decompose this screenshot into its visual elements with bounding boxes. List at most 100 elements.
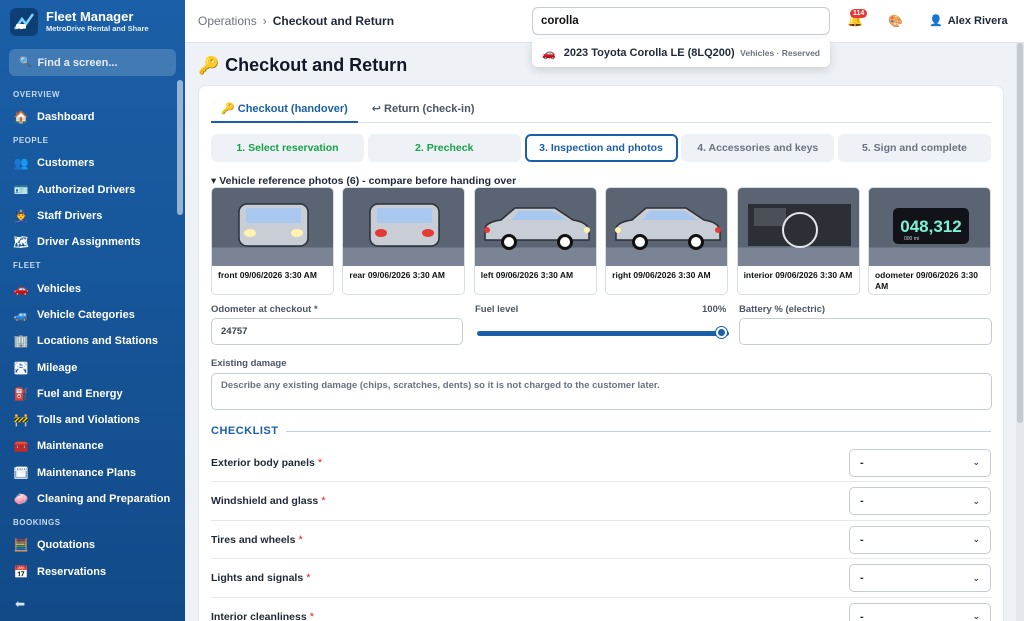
chevron-down-icon: ⌄ (972, 457, 980, 467)
breadcrumb-parent[interactable]: Operations (198, 14, 257, 28)
left-photo-image (474, 188, 596, 266)
wizard-step-3[interactable]: 3. Inspection and photos (524, 134, 678, 162)
user-menu[interactable]: 👤 Alex Rivera (929, 14, 1008, 28)
fuel-slider-handle[interactable] (716, 327, 727, 338)
tab-return[interactable]: ↩ Return (check-in) (362, 99, 485, 123)
reference-photo-odometer[interactable]: 048,312 000 mi odometer 09/06/2026 3:30 AM (867, 187, 991, 295)
tab-checkout[interactable]: 🔑 Checkout (handover) (211, 99, 358, 123)
wizard-step-5[interactable]: 5. Sign and complete (838, 134, 991, 162)
staff-drivers-icon: 👮 (13, 209, 29, 224)
checklist-select-tires-and-wheels[interactable]: - ⌄ (849, 525, 991, 554)
photo-caption: front 09/06/2026 3:30 AM (218, 270, 317, 280)
wizard-step-2[interactable]: 2. Precheck (367, 134, 521, 162)
main-scrollbar-thumb[interactable] (1017, 43, 1023, 423)
interior-photo-image (737, 188, 859, 266)
existing-damage-label: Existing damage (211, 358, 287, 369)
sidebar-item-label: Vehicles (37, 282, 82, 295)
tolls-and-violations-icon: 🚧 (13, 413, 29, 428)
sidebar-item-customers[interactable]: 👥 Customers (0, 150, 185, 176)
checklist-title: CHECKLIST (211, 425, 279, 437)
photo-caption: interior 09/06/2026 3:30 AM (743, 270, 853, 280)
sidebar-item-dashboard[interactable]: 🏠 Dashboard (0, 104, 185, 130)
checklist-label: Tires and wheels (211, 533, 296, 546)
sidebar-item-label: Driver Assignments (37, 236, 141, 249)
nav-section-heading: OVERVIEW (13, 90, 60, 99)
reference-photo-left[interactable]: left 09/06/2026 3:30 AM (473, 187, 597, 295)
main-scrollbar[interactable] (1016, 43, 1024, 621)
sidebar-item-mileage[interactable]: 🛣 Mileage (0, 354, 185, 380)
global-search-input[interactable] (532, 7, 830, 35)
collapse-sidebar-icon[interactable]: ⬅ (15, 597, 25, 611)
sidebar-item-label: Maintenance (37, 440, 104, 453)
checklist-select-value: - (860, 610, 864, 621)
brand[interactable]: Fleet Manager MetroDrive Rental and Shar… (0, 0, 185, 44)
front-photo-image (212, 188, 333, 266)
sidebar-item-driver-assignments[interactable]: 🗺 Driver Assignments (0, 229, 185, 255)
reference-photo-right[interactable]: right 09/06/2026 3:30 AM (605, 187, 729, 295)
fuel-slider-track (477, 331, 729, 336)
nav-section-heading: FLEET (13, 261, 41, 271)
palette-icon[interactable]: 🎨 (888, 14, 903, 28)
reference-photo-front[interactable]: front 09/06/2026 3:30 AM (211, 187, 334, 295)
odometer-photo-image: 048,312 000 mi (868, 188, 990, 266)
sidebar-item-maintenance-plans[interactable]: 🗓 Maintenance Plans (0, 460, 185, 486)
mode-tabs: 🔑 Checkout (handover) ↩ Return (check-in) (211, 99, 991, 123)
sidebar-nav: OVERVIEW 🏠 Dashboard PEOPLE 👥 Customers 🪪 Autho… (0, 84, 185, 585)
chevron-down-icon: ⌄ (972, 495, 980, 506)
find-screen-input[interactable]: 🔍 Find a screen... (9, 49, 176, 76)
sidebar-item-label: Authorized Drivers (37, 183, 136, 196)
fuel-level-slider[interactable] (477, 327, 729, 338)
existing-damage-textarea[interactable]: Describe any existing damage (chips, scr… (211, 373, 992, 410)
reference-photos-toggle[interactable]: ▾ Vehicle reference photos (6) - compare… (211, 175, 516, 187)
odometer-input[interactable]: 24757 (211, 318, 463, 345)
fleet-logo-icon (10, 8, 38, 36)
chevron-down-icon: ⌄ (972, 572, 980, 583)
checklist-row-windshield-and-glass: Windshield and glass * - ⌄ (211, 483, 991, 521)
notification-badge: 114 (850, 9, 868, 18)
sidebar-item-fuel-and-energy[interactable]: ⛽ Fuel and Energy (0, 381, 185, 407)
required-asterisk: * (298, 533, 303, 546)
sidebar-item-label: Customers (37, 157, 95, 170)
rear-photo-image (343, 188, 465, 266)
checklist-label: Exterior body panels (211, 456, 315, 469)
search-result-item[interactable]: 🚗 2023 Toyota Corolla LE (8LQ200) Vehicl… (532, 39, 830, 67)
sidebar-item-reservations[interactable]: 📅 Reservations (0, 558, 185, 584)
sidebar-item-vehicle-categories[interactable]: 🚙 Vehicle Categories (0, 302, 185, 328)
breadcrumb-separator: › (262, 14, 267, 28)
wizard-step-4[interactable]: 4. Accessories and keys (681, 134, 835, 162)
sidebar-item-maintenance[interactable]: 🧰 Maintenance (0, 433, 185, 459)
wizard-step-1[interactable]: 1. Select reservation (211, 134, 364, 162)
checklist-select-exterior-body-panels[interactable]: - ⌄ (849, 448, 991, 477)
sidebar-item-tolls-and-violations[interactable]: 🚧 Tolls and Violations (0, 407, 185, 433)
authorized-drivers-icon: 🪪 (13, 182, 29, 197)
search-result-meta: Vehicles · Reserved (740, 48, 820, 58)
sidebar-item-label: Fuel and Energy (37, 387, 123, 400)
sidebar-item-staff-drivers[interactable]: 👮 Staff Drivers (0, 203, 185, 229)
quotations-icon: 🧮 (13, 538, 29, 553)
reference-photo-rear[interactable]: rear 09/06/2026 3:30 AM (342, 187, 466, 295)
battery-input[interactable] (739, 318, 992, 345)
sidebar-item-cleaning-and-preparation[interactable]: 🧼 Cleaning and Preparation (0, 486, 185, 512)
sidebar-item-authorized-drivers[interactable]: 🪪 Authorized Drivers (0, 177, 185, 203)
checklist-label: Windshield and glass (211, 495, 319, 507)
nav-section-heading: BOOKINGS (13, 518, 61, 528)
cleaning-and-preparation-icon: 🧼 (13, 492, 29, 506)
reference-photo-interior[interactable]: interior 09/06/2026 3:30 AM (736, 187, 860, 295)
sidebar-item-quotations[interactable]: 🧮 Quotations (0, 532, 185, 558)
checklist-select-windshield-and-glass[interactable]: - ⌄ (849, 487, 991, 515)
checklist-select-value: - (860, 572, 864, 584)
checklist-label: Interior cleanliness (211, 610, 307, 621)
checklist-divider (286, 430, 991, 432)
checklist-select-interior-cleanliness[interactable]: - ⌄ (849, 602, 991, 621)
locations-and-stations-icon: 🏢 (13, 334, 29, 349)
sidebar-item-locations-and-stations[interactable]: 🏢 Locations and Stations (0, 328, 185, 354)
sidebar-item-label: Maintenance Plans (37, 466, 137, 479)
checklist-select-value: - (860, 456, 864, 469)
sidebar-scrollbar[interactable] (177, 80, 183, 215)
odometer-reading: 048,312 (900, 217, 961, 236)
sidebar-item-label: Dashboard (37, 111, 95, 124)
find-screen-placeholder: Find a screen... (37, 56, 118, 69)
sidebar-item-vehicles[interactable]: 🚗 Vehicles (0, 275, 185, 301)
checklist-select-lights-and-signals[interactable]: - ⌄ (849, 564, 991, 592)
fuel-and-energy-icon: ⛽ (13, 386, 29, 401)
